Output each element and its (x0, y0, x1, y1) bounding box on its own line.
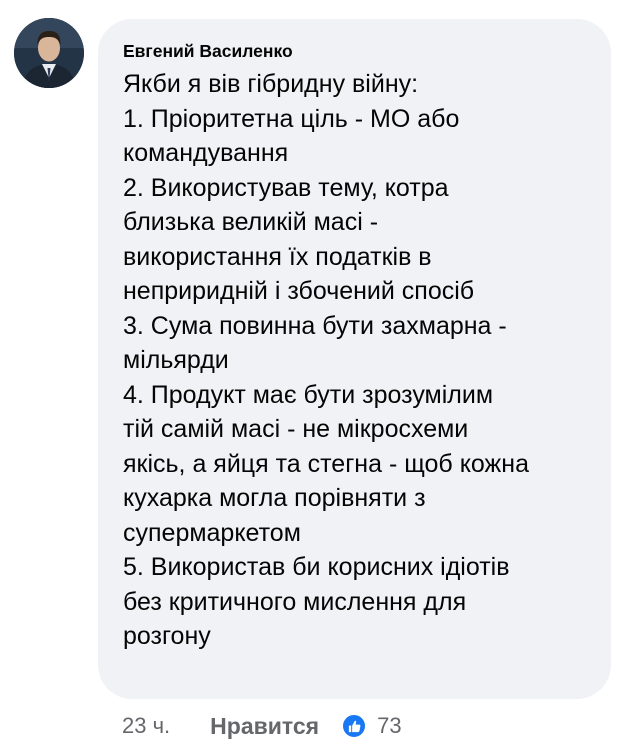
avatar[interactable] (14, 18, 84, 88)
comment-actions: 23 ч. Нравится 73 (122, 708, 402, 744)
comment-line: командування (123, 139, 289, 167)
comment-line: якісь, а яйця та стегна - щоб кожна (123, 449, 529, 478)
thumbs-up-icon (341, 713, 368, 739)
timestamp-link[interactable]: 23 ч. (122, 713, 170, 739)
comment-line: 5. Використав би корисних ідіотів (123, 553, 510, 581)
reaction-summary[interactable]: 73 (341, 713, 402, 739)
comment-line: тій самій масі - не мікросхеми (123, 415, 469, 443)
author-name[interactable]: Евгений Василенко (123, 41, 293, 62)
reaction-count: 73 (377, 713, 402, 738)
comment-line: розгону (123, 622, 211, 650)
comment-line: супермаркетом (123, 518, 301, 547)
comment-line: використання їх податків в (123, 242, 432, 271)
comment-line: мільярди (123, 346, 229, 374)
comment-line: без критичного мислення для (123, 587, 467, 616)
comment-line: 2. Використував тему, котра (123, 173, 449, 202)
comment-line: неприридній і збочений спосіб (123, 277, 475, 305)
comment-line: 3. Сума повинна бути захмарна - (123, 311, 507, 340)
comment-text: Якби я вів гібридну війну: 1. Пріоритетн… (123, 67, 603, 654)
comment-line: близька великій масі - (123, 208, 379, 236)
comment-bubble: Евгений Василенко Якби я вів гібридну ві… (98, 19, 611, 699)
comment-line: 1. Пріоритетна ціль - МО або (123, 104, 460, 133)
comment-line: Якби я вів гібридну війну: (123, 70, 419, 98)
comment-line: 4. Продукт має бути зрозумілим (123, 380, 494, 409)
like-button[interactable]: Нравится (210, 713, 319, 740)
comment-line: кухарка могла порівняти з (123, 484, 426, 512)
profile-photo (14, 18, 84, 88)
